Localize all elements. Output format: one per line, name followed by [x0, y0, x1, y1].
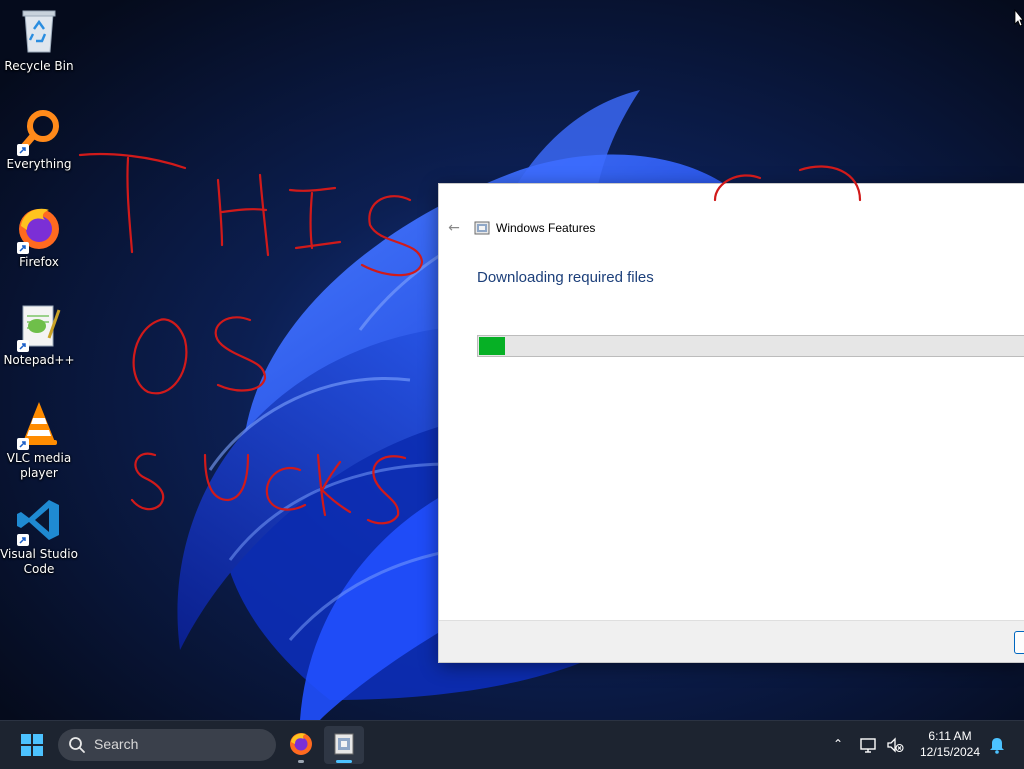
desktop-icon-label: Notepad++	[3, 353, 75, 367]
dialog-footer	[439, 620, 1024, 662]
firefox-taskbar-icon	[290, 733, 312, 755]
taskbar-search-box[interactable]: Search	[58, 729, 276, 761]
recycle-bin-icon	[15, 8, 63, 56]
taskbar-clock[interactable]: 6:11 AM 12/15/2024	[912, 728, 988, 760]
desktop-icon-label: VLC media player	[6, 451, 72, 480]
search-icon	[69, 737, 85, 753]
volume-muted-icon[interactable]	[885, 735, 905, 755]
desktop-icon-vlc[interactable]: VLC media player	[0, 400, 78, 481]
desktop-icon-recycle-bin[interactable]: Recycle Bin	[0, 8, 78, 74]
taskbar-app-firefox[interactable]	[281, 726, 321, 764]
dialog-title: Windows Features	[496, 221, 596, 235]
shortcut-arrow-icon	[17, 242, 29, 254]
network-icon[interactable]	[859, 735, 879, 755]
progress-bar-fill	[479, 337, 505, 355]
desktop-icon-firefox[interactable]: Firefox	[0, 204, 78, 270]
windows-features-dialog: ← Windows Features Downloading required …	[439, 184, 1024, 662]
clock-date: 12/15/2024	[919, 745, 981, 759]
vscode-icon	[15, 496, 63, 546]
desktop-icon-label: Recycle Bin	[4, 59, 74, 73]
desktop-icon-label: Everything	[6, 157, 72, 171]
shortcut-arrow-icon	[17, 340, 29, 352]
dialog-heading: Downloading required files	[477, 269, 654, 286]
windows-logo-icon	[21, 734, 43, 756]
everything-icon	[15, 106, 63, 156]
notepadpp-icon	[15, 302, 63, 352]
running-indicator	[298, 760, 304, 763]
cancel-button[interactable]	[1014, 631, 1024, 654]
mouse-cursor-icon	[1014, 8, 1024, 27]
shortcut-arrow-icon	[17, 144, 29, 156]
desktop-icon-label: Firefox	[19, 255, 59, 269]
desktop-icon-notepadpp[interactable]: Notepad++	[0, 302, 78, 368]
download-progress-bar	[477, 335, 1024, 357]
clock-time: 6:11 AM	[928, 729, 972, 743]
back-arrow-icon[interactable]: ←	[445, 219, 463, 237]
vlc-icon	[15, 400, 63, 450]
shortcut-arrow-icon	[17, 438, 29, 450]
taskbar: Search ⌃ 6:11 AM 12/15/2024	[0, 720, 1024, 769]
shortcut-arrow-icon	[17, 534, 29, 546]
desktop-icon-everything[interactable]: Everything	[0, 106, 78, 172]
windows-features-taskbar-icon	[334, 733, 354, 755]
search-label: Search	[94, 736, 139, 752]
desktop-icon-vscode[interactable]: Visual Studio Code	[0, 496, 78, 577]
desktop-icon-label: Visual Studio Code	[0, 547, 78, 576]
start-button[interactable]	[14, 731, 50, 759]
active-indicator	[336, 760, 352, 763]
windows-features-icon	[474, 220, 490, 236]
show-hidden-icons-chevron-icon[interactable]: ⌃	[828, 734, 848, 754]
firefox-icon	[15, 204, 63, 254]
taskbar-app-windows-features[interactable]	[324, 726, 364, 764]
notification-bell-icon[interactable]	[988, 735, 1006, 755]
